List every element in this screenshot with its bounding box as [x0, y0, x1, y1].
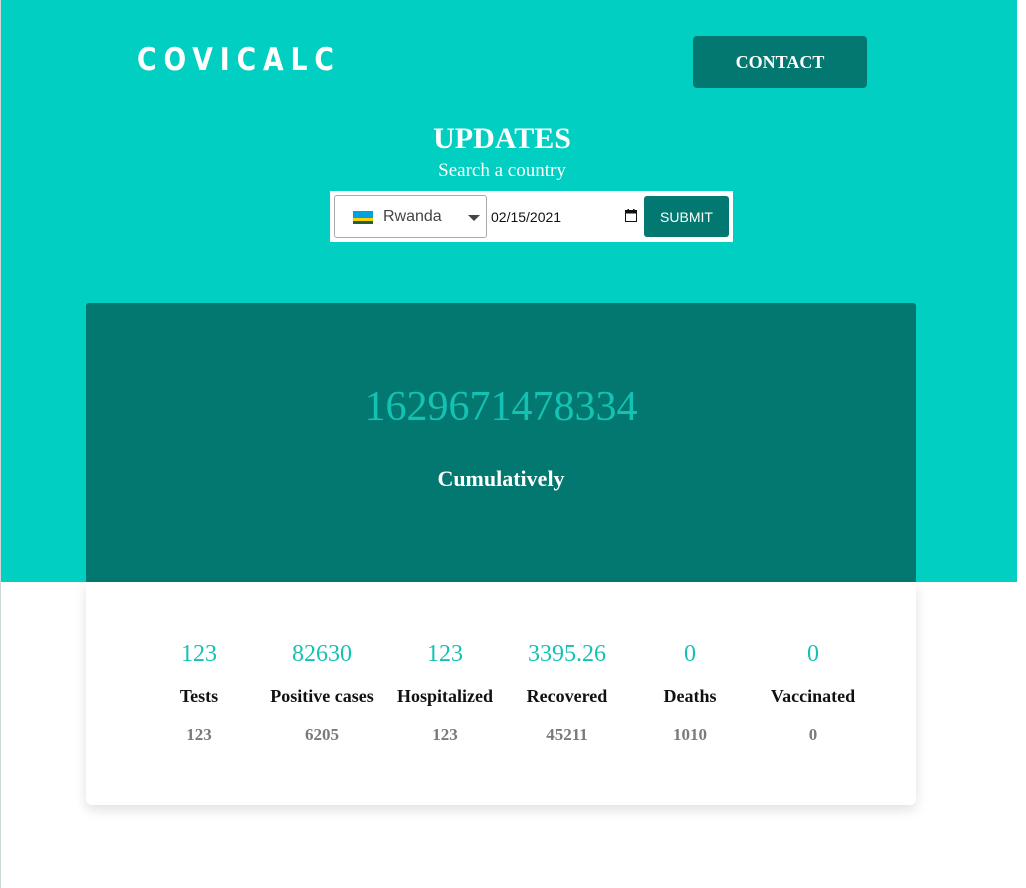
- contact-button[interactable]: CONTACT: [693, 36, 867, 88]
- stat-sub-value: 123: [432, 725, 458, 744]
- stat-label: Recovered: [526, 686, 608, 706]
- rwanda-flag-icon: [353, 211, 373, 224]
- stat-sub-value: 0: [808, 725, 818, 744]
- search-country-label: Search a country: [438, 160, 566, 181]
- date-value: 02/15/2021: [491, 209, 562, 225]
- stat-sub-value: 1010: [673, 725, 707, 744]
- date-input[interactable]: 02/15/2021: [489, 200, 643, 233]
- caret-down-icon: [468, 215, 480, 221]
- stat-label: Hospitalized: [396, 686, 493, 706]
- stat-label: Deaths: [663, 686, 717, 706]
- stat-value: 82630: [292, 641, 352, 667]
- calendar-icon[interactable]: [625, 209, 637, 222]
- total-value: 1629671478334: [364, 384, 638, 430]
- updates-title: UPDATES: [433, 122, 571, 155]
- total-panel: 1629671478334 Cumulatively: [86, 303, 916, 582]
- submit-button[interactable]: SUBMIT: [644, 196, 729, 237]
- stat-label: Tests: [179, 686, 219, 706]
- search-form: Rwanda 02/15/2021 SUBMIT: [330, 191, 733, 242]
- stat-label: Positive cases: [270, 686, 374, 706]
- stat-value: 3395.26: [528, 641, 606, 667]
- stat-sub-value: 45211: [546, 725, 588, 744]
- stat-label: Vaccinated: [770, 686, 856, 706]
- stats-card: 123 Tests 123 82630 Positive cases 6205 …: [86, 582, 916, 805]
- stat-value: 0: [807, 641, 819, 667]
- stat-value: 0: [684, 641, 696, 667]
- total-label: Cumulatively: [437, 466, 565, 491]
- country-select[interactable]: Rwanda: [334, 195, 487, 238]
- stat-sub-value: 6205: [305, 725, 339, 744]
- stat-value: 123: [427, 641, 463, 667]
- selected-country: Rwanda: [383, 208, 442, 225]
- stat-value: 123: [181, 641, 217, 667]
- site-logo[interactable]: COVICALC: [137, 40, 341, 80]
- stat-sub-value: 123: [186, 725, 212, 744]
